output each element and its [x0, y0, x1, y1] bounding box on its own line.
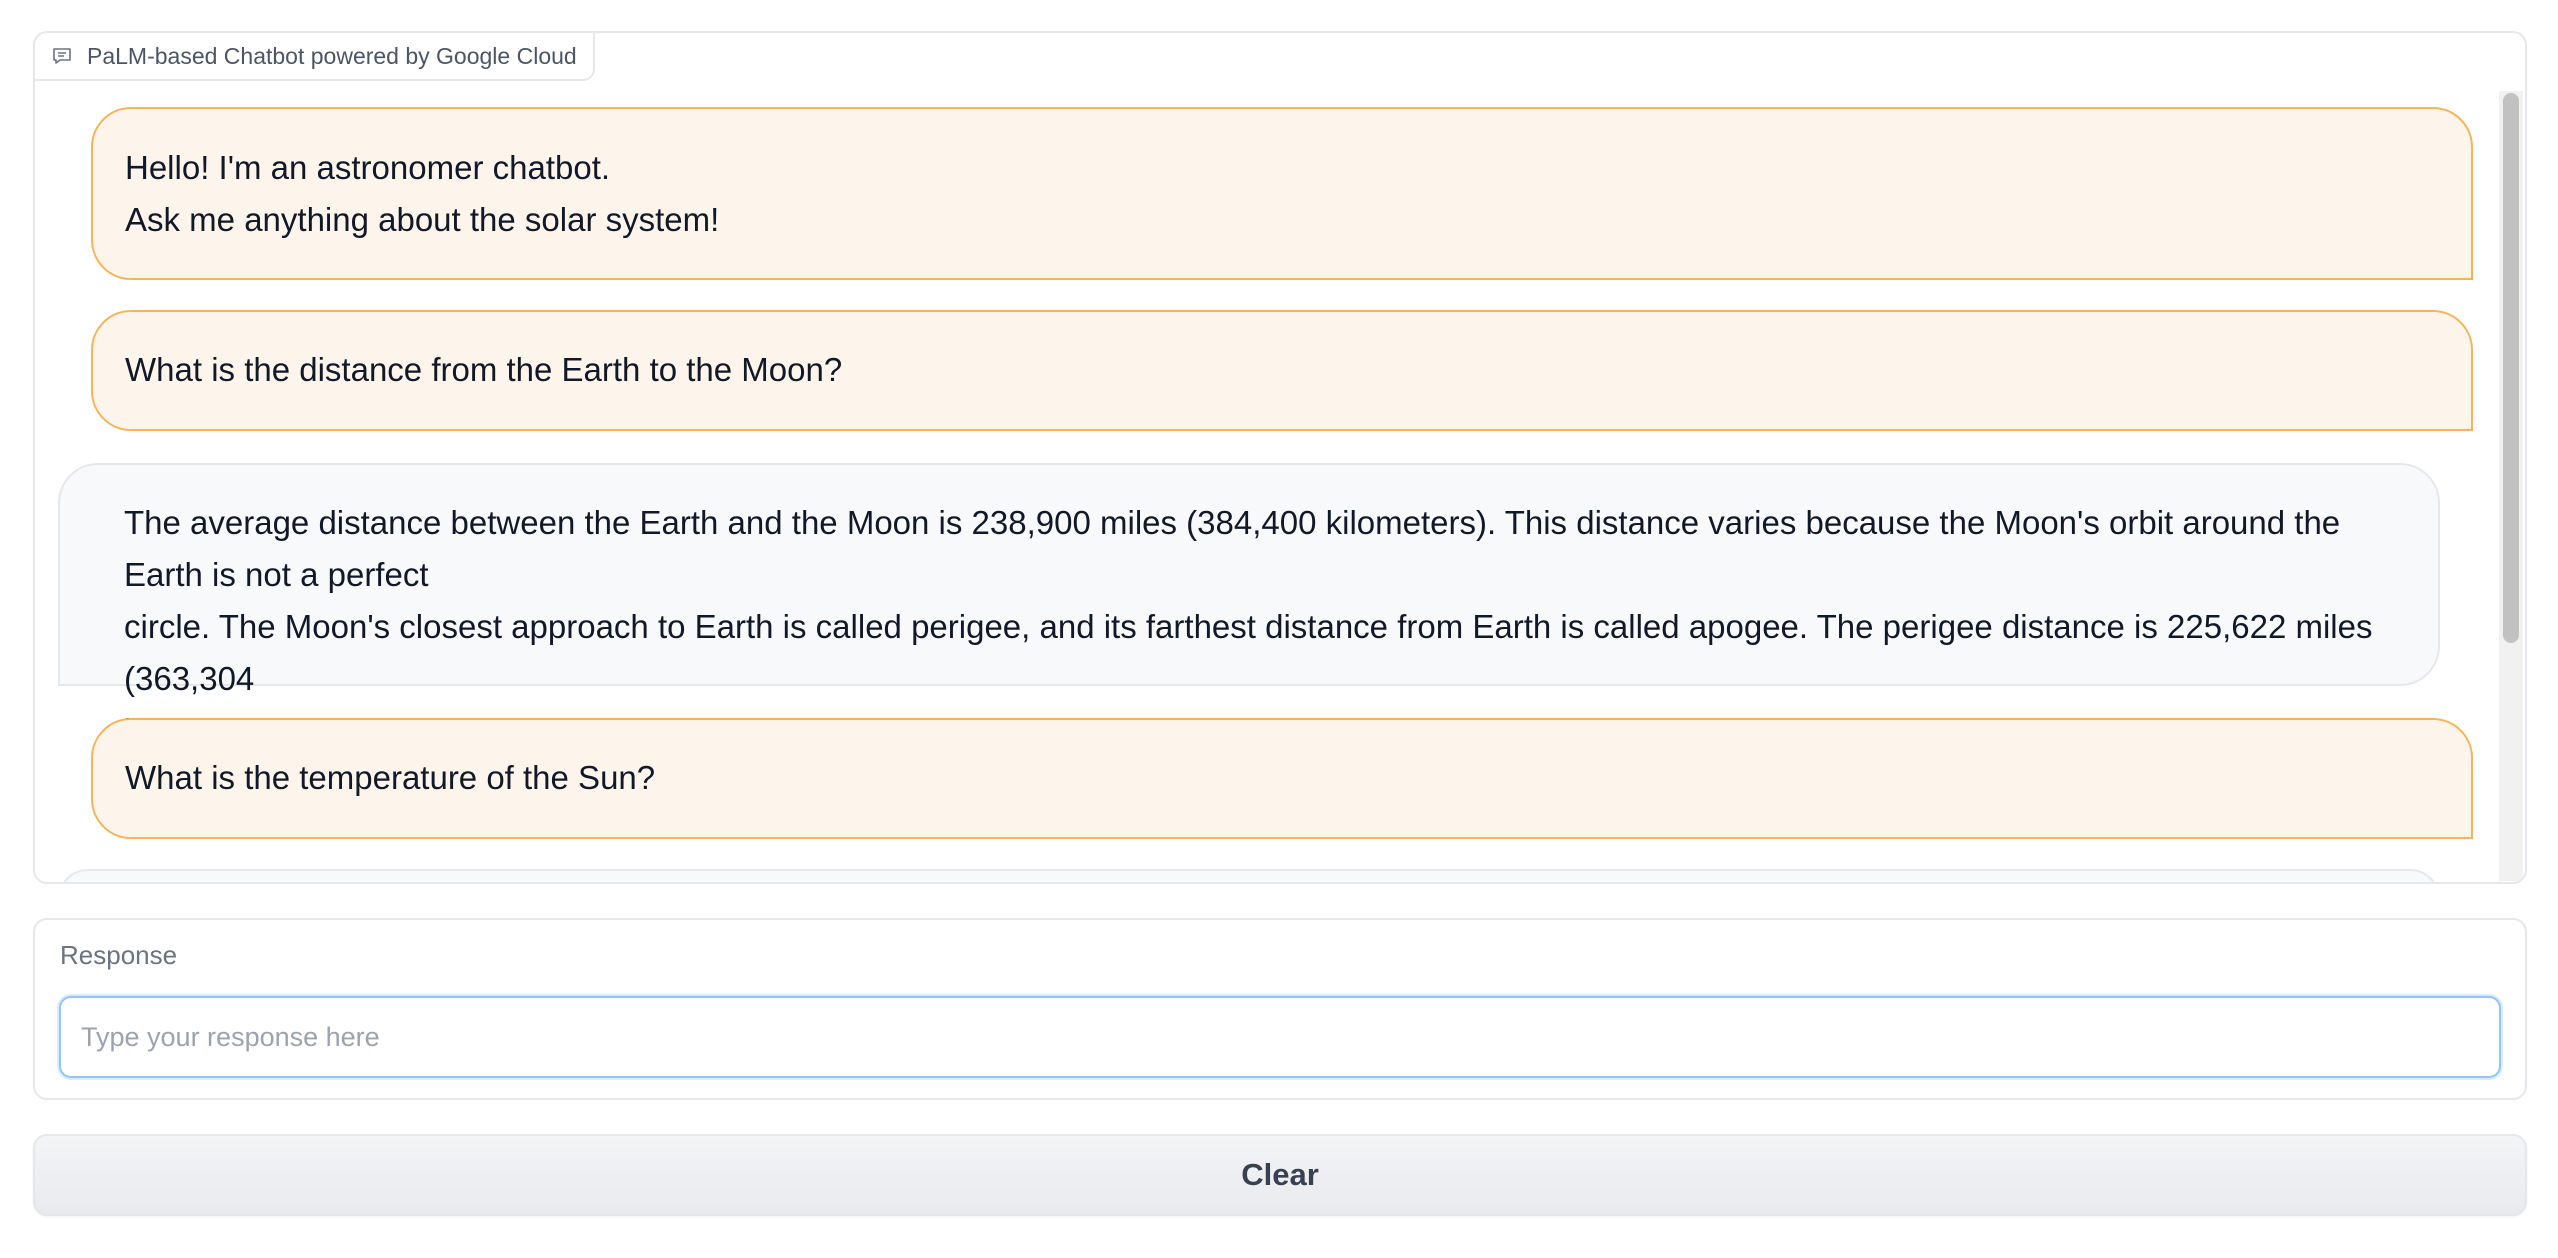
message-line: What is the temperature of the Sun? — [125, 759, 656, 796]
chatbot-label-text: PaLM-based Chatbot powered by Google Clo… — [87, 42, 577, 69]
chatbot-label: PaLM-based Chatbot powered by Google Clo… — [35, 33, 595, 81]
user-message: What is the distance from the Earth to t… — [91, 310, 2473, 431]
user-message: What is the temperature of the Sun? — [91, 718, 2473, 839]
user-message: Hello! I'm an astronomer chatbot. Ask me… — [91, 107, 2473, 280]
scrollbar-thumb[interactable] — [2503, 93, 2519, 643]
clear-button[interactable]: Clear — [33, 1134, 2527, 1216]
message-line: What is the distance from the Earth to t… — [125, 351, 843, 388]
message-line: Hello! I'm an astronomer chatbot. — [125, 149, 611, 186]
message-line: The average distance between the Earth a… — [124, 504, 2341, 593]
message-line: Ask me anything about the solar system! — [125, 201, 720, 238]
response-label: Response — [60, 940, 178, 970]
response-input[interactable] — [59, 996, 2501, 1078]
chatbot-panel: PaLM-based Chatbot powered by Google Clo… — [33, 31, 2527, 884]
bot-message-partial — [58, 869, 2440, 882]
bot-message: The average distance between the Earth a… — [58, 463, 2440, 749]
response-panel: Response — [33, 918, 2527, 1100]
message-list[interactable]: Hello! I'm an astronomer chatbot. Ask me… — [35, 33, 2503, 882]
message-line: circle. The Moon's closest approach to E… — [124, 608, 2373, 697]
chat-bubble-icon — [51, 45, 73, 67]
